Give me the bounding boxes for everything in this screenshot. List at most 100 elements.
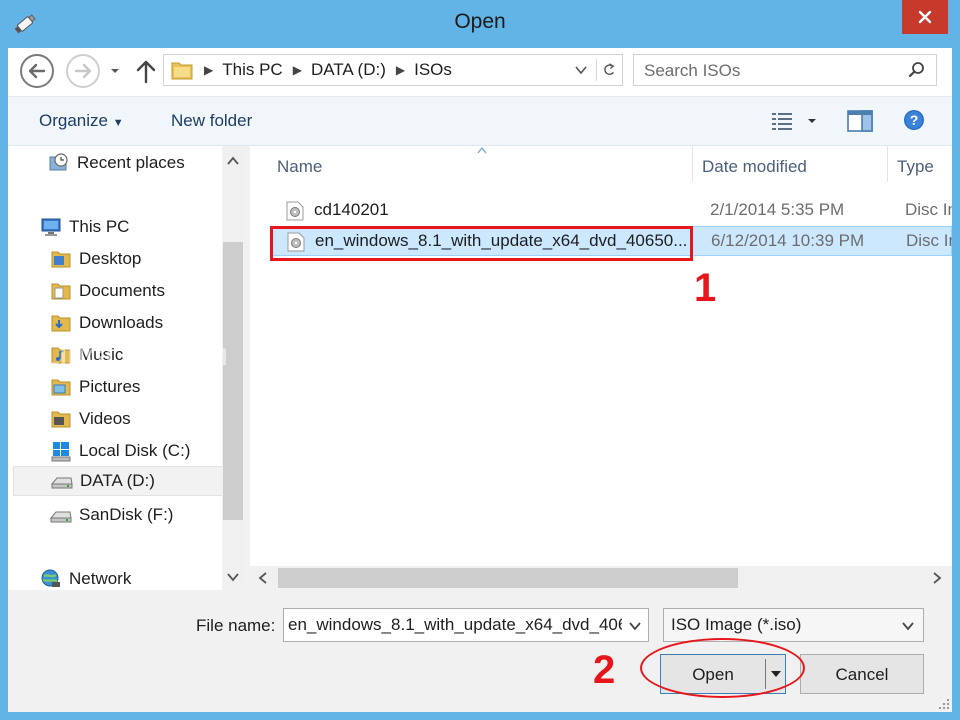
breadcrumb-separator[interactable]: ▶: [396, 63, 405, 77]
file-type-value: ISO Image (*.iso): [671, 615, 802, 634]
organize-button[interactable]: Organize ▼: [39, 111, 124, 131]
chevron-down-icon[interactable]: [628, 619, 642, 633]
watermark: © LINGLOM.COM: [498, 344, 709, 371]
navigation-bar: ▶ This PC ▶ DATA (D:) ▶ ISOs: [8, 48, 952, 96]
chevron-down-icon: ▼: [112, 117, 124, 129]
file-date: 2/1/2014 5:35 PM: [710, 200, 845, 219]
watermark: © LINGLOM.COM: [258, 344, 469, 371]
recent-places-icon: [49, 153, 68, 171]
nav-label: SanDisk (F:): [79, 505, 174, 524]
title-bar[interactable]: Open: [0, 0, 960, 48]
scrollbar-thumb[interactable]: [223, 242, 243, 520]
nav-item-desktop[interactable]: Desktop: [8, 244, 220, 274]
folder-icon: [51, 283, 71, 300]
nav-label: DATA (D:): [80, 471, 155, 490]
scroll-down-arrow-icon[interactable]: [226, 570, 240, 584]
this-pc-icon: [41, 218, 61, 236]
breadcrumb-data-drive[interactable]: DATA (D:): [311, 60, 386, 80]
nav-label: Documents: [79, 281, 165, 300]
view-details-icon[interactable]: [771, 111, 795, 131]
folder-icon: [51, 379, 71, 396]
nav-item-data-drive[interactable]: DATA (D:): [13, 466, 225, 496]
breadcrumb-separator[interactable]: ▶: [293, 63, 302, 77]
breadcrumb-this-pc[interactable]: This PC: [222, 60, 282, 80]
column-divider[interactable]: [692, 146, 693, 182]
file-name: cd140201: [314, 200, 389, 219]
annotation-step-1: 1: [694, 266, 717, 310]
column-header-name[interactable]: Name: [277, 146, 322, 188]
column-divider[interactable]: [887, 146, 888, 182]
nav-item-videos[interactable]: Videos: [8, 404, 220, 434]
cancel-button[interactable]: Cancel: [800, 654, 924, 694]
search-box[interactable]: [633, 54, 937, 86]
nav-label: Desktop: [79, 249, 142, 268]
nav-label: This PC: [69, 217, 130, 236]
nav-label: Local Disk (C:): [79, 441, 191, 460]
watermark: © LINGLOM.COM: [18, 344, 229, 371]
sort-ascending-icon: [477, 146, 487, 154]
scrollbar-thumb[interactable]: [278, 568, 738, 588]
file-type: Disc In: [905, 200, 952, 219]
dialog-footer: File name: ISO Image (*.iso) Open Cancel: [8, 590, 952, 712]
column-header-date-modified[interactable]: Date modified: [702, 146, 807, 188]
folder-icon: [171, 62, 193, 80]
scroll-left-arrow-icon[interactable]: [256, 571, 270, 585]
dialog-client: ▶ This PC ▶ DATA (D:) ▶ ISOs Organize ▼ …: [8, 48, 952, 712]
nav-label: Pictures: [79, 377, 141, 396]
scroll-right-arrow-icon[interactable]: [930, 571, 944, 585]
new-folder-button[interactable]: New folder: [171, 111, 252, 131]
preview-pane-icon[interactable]: [847, 109, 873, 133]
up-arrow-icon[interactable]: [134, 58, 158, 84]
file-name-input[interactable]: [288, 615, 622, 635]
column-header-type[interactable]: Type: [897, 146, 934, 188]
drive-icon: [51, 477, 73, 489]
nav-item-sandisk[interactable]: SanDisk (F:): [8, 500, 220, 530]
nav-item-documents[interactable]: Documents: [8, 276, 220, 306]
organize-label: Organize: [39, 111, 108, 130]
close-button[interactable]: [902, 0, 948, 34]
file-type-select[interactable]: ISO Image (*.iso): [663, 608, 924, 642]
windows-drive-icon: [51, 442, 71, 462]
file-date: 6/12/2014 10:39 PM: [711, 231, 865, 250]
nav-item-pictures[interactable]: Pictures: [8, 372, 220, 402]
file-type: Disc In: [906, 231, 952, 250]
nav-label: Downloads: [79, 313, 164, 332]
folder-icon: [51, 411, 71, 428]
drive-icon: [50, 511, 72, 523]
back-button[interactable]: [20, 54, 54, 88]
annotation-step-2: 2: [593, 648, 616, 692]
watermark: © LINGLOM.COM: [738, 344, 949, 371]
breadcrumb-separator: ▶: [204, 63, 214, 77]
file-row[interactable]: cd140201 2/1/2014 5:35 PM Disc In: [272, 196, 952, 226]
svg-text:?: ?: [910, 112, 919, 128]
annotation-highlight-file: [270, 226, 693, 261]
nav-item-downloads[interactable]: Downloads: [8, 308, 220, 338]
recent-locations-chevron-icon[interactable]: [108, 64, 122, 78]
back-arrow-icon: [28, 63, 46, 79]
nav-item-local-disk[interactable]: Local Disk (C:): [8, 436, 220, 466]
close-icon: [918, 10, 932, 24]
search-input[interactable]: [644, 61, 894, 81]
scroll-up-arrow-icon[interactable]: [226, 154, 240, 168]
nav-label: Videos: [79, 409, 131, 428]
search-icon[interactable]: [908, 61, 926, 79]
file-list-horizontal-scrollbar[interactable]: [250, 566, 952, 590]
refresh-icon[interactable]: [596, 59, 618, 81]
help-icon[interactable]: ?: [903, 109, 925, 131]
view-options-chevron-icon[interactable]: [806, 116, 818, 126]
breadcrumb-isos[interactable]: ISOs: [414, 60, 452, 80]
file-name-label: File name:: [196, 616, 276, 635]
forward-arrow-icon: [74, 63, 92, 79]
network-icon: [41, 569, 60, 587]
address-history-chevron-icon[interactable]: [574, 63, 588, 77]
forward-button[interactable]: [66, 54, 100, 88]
nav-item-this-pc[interactable]: This PC: [8, 212, 220, 242]
disc-image-file-icon: [286, 201, 304, 221]
nav-item-recent-places[interactable]: Recent places: [8, 148, 220, 178]
resize-grip-icon[interactable]: [938, 698, 950, 710]
chevron-down-icon: [902, 622, 914, 631]
address-bar[interactable]: ▶ This PC ▶ DATA (D:) ▶ ISOs: [163, 54, 623, 86]
file-name-combobox[interactable]: [283, 608, 649, 642]
nav-item-network[interactable]: Network: [8, 564, 220, 590]
folder-icon: [51, 251, 71, 268]
